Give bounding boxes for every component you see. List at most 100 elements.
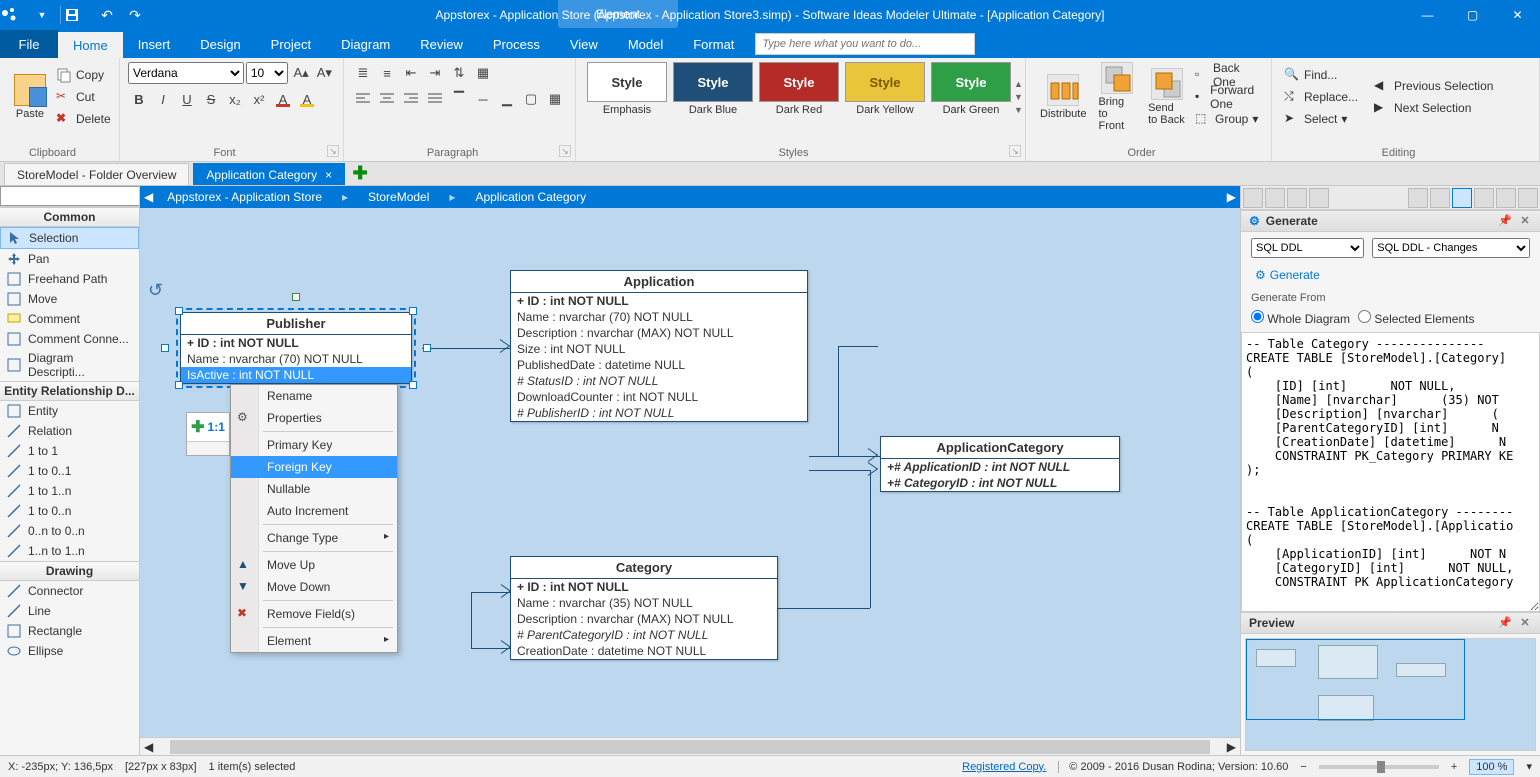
style-swatch[interactable]: Style xyxy=(845,62,925,102)
entity-application[interactable]: Application + ID : int NOT NULLName : nv… xyxy=(510,270,808,422)
dropdown-icon[interactable]: ▼ xyxy=(28,10,56,20)
toolbox-tool[interactable]: Rectangle xyxy=(0,621,139,641)
panel-icon-8[interactable] xyxy=(1474,188,1494,208)
maximize-button[interactable]: ▢ xyxy=(1450,0,1495,30)
context-menu-item[interactable]: Nullable xyxy=(231,478,397,500)
save-icon[interactable] xyxy=(65,8,93,22)
paragraph-dialog-launcher[interactable]: ↘ xyxy=(559,145,571,157)
valign-top-button[interactable]: ▔ xyxy=(448,88,470,110)
radio-whole-diagram[interactable]: Whole Diagram xyxy=(1251,310,1350,326)
entity-field-row[interactable]: + ID : int NOT NULL xyxy=(511,579,777,595)
next-selection-button[interactable]: ▶Next Selection xyxy=(1370,97,1497,119)
menu-tab-design[interactable]: Design xyxy=(185,30,255,58)
toolbox-tool[interactable]: Pan xyxy=(0,249,139,269)
entity-field-row[interactable]: +# CategoryID : int NOT NULL xyxy=(881,475,1119,491)
zoom-in-button[interactable]: + xyxy=(1451,761,1457,773)
style-scroll-down[interactable]: ▼ xyxy=(1014,92,1023,102)
context-menu-item[interactable]: Properties⚙ xyxy=(231,407,397,429)
panel-icon-9[interactable] xyxy=(1496,188,1516,208)
context-menu-item[interactable]: Element▸ xyxy=(231,630,397,652)
toolbox-tool[interactable]: Line xyxy=(0,601,139,621)
font-color-button[interactable]: A xyxy=(272,88,294,110)
canvas-scrollbar-h[interactable]: ◀ ▶ xyxy=(140,737,1240,755)
bold-button[interactable]: B xyxy=(128,88,150,110)
entity-field-row[interactable]: # ParentCategoryID : int NOT NULL xyxy=(511,627,777,643)
underline-button[interactable]: U xyxy=(176,88,198,110)
pin-icon[interactable]: 📌 xyxy=(1498,616,1512,630)
toolbox-tool[interactable]: Ellipse xyxy=(0,641,139,661)
toolbox-tool[interactable]: 1 to 0..n xyxy=(0,501,139,521)
close-button[interactable]: ✕ xyxy=(1495,0,1540,30)
entity-field-row[interactable]: Name : nvarchar (35) NOT NULL xyxy=(511,595,777,611)
valign-bot-button[interactable]: ▁ xyxy=(496,88,518,110)
bullets-button[interactable]: ≣ xyxy=(352,62,374,84)
generate-button[interactable]: ⚙ Generate xyxy=(1251,264,1530,286)
toolbox-tool[interactable]: Selection xyxy=(0,227,139,249)
redo-icon[interactable]: ↷ xyxy=(121,7,149,24)
indent-inc-button[interactable]: ⇥ xyxy=(424,62,446,84)
doc-tab[interactable]: StoreModel - Folder Overview xyxy=(4,163,189,185)
toolbox-tool[interactable]: Entity xyxy=(0,401,139,421)
entity-field-row[interactable]: IsActive : int NOT NULL xyxy=(181,367,411,383)
indent-dec-button[interactable]: ⇤ xyxy=(400,62,422,84)
toolbox-tool[interactable]: Freehand Path xyxy=(0,269,139,289)
group-button[interactable]: ⬚Group ▾ xyxy=(1191,108,1263,130)
pin-icon[interactable]: 📌 xyxy=(1498,214,1512,228)
tab-close-icon[interactable]: × xyxy=(325,168,332,182)
sort-button[interactable]: ⇅ xyxy=(448,62,470,84)
entity-field-row[interactable]: CreationDate : datetime NOT NULL xyxy=(511,643,777,659)
breadcrumb-item[interactable]: Appstorex - Application Store xyxy=(157,190,332,204)
menu-tab-project[interactable]: Project xyxy=(256,30,326,58)
toolbox-category-header[interactable]: Entity Relationship D... xyxy=(0,381,139,401)
minimize-button[interactable]: — xyxy=(1405,0,1450,30)
context-menu-item[interactable]: Remove Field(s)✖ xyxy=(231,603,397,625)
panel-icon-10[interactable] xyxy=(1518,188,1538,208)
toolbox-tool[interactable]: 0..n to 0..n xyxy=(0,521,139,541)
cell-border-button[interactable]: ▢ xyxy=(520,88,542,110)
bring-front-button[interactable]: Bring to Front xyxy=(1092,62,1142,132)
superscript-button[interactable]: x² xyxy=(248,88,270,110)
panel-icon-4[interactable] xyxy=(1309,188,1329,208)
toolbox-tool[interactable]: Connector xyxy=(0,581,139,601)
style-swatch[interactable]: Style xyxy=(587,62,667,102)
style-swatch[interactable]: Style xyxy=(673,62,753,102)
radio-selected-elements[interactable]: Selected Elements xyxy=(1358,310,1474,326)
align-center-button[interactable] xyxy=(376,88,398,110)
justify-button[interactable] xyxy=(424,88,446,110)
context-menu-item[interactable]: Move Up▲ xyxy=(231,554,397,576)
generate-mode-select[interactable]: SQL DDL - Changes xyxy=(1372,238,1530,258)
panel-icon-5[interactable] xyxy=(1408,188,1428,208)
font-name-select[interactable]: Verdana xyxy=(128,62,244,84)
zoom-slider[interactable] xyxy=(1319,765,1439,769)
style-swatch[interactable]: Style xyxy=(759,62,839,102)
menu-tab-home[interactable]: Home xyxy=(58,30,123,58)
breadcrumb-scroll-left[interactable]: ◀ xyxy=(140,190,157,204)
entity-field-row[interactable]: + ID : int NOT NULL xyxy=(181,335,411,351)
toolbox-tool[interactable]: 1 to 1 xyxy=(0,441,139,461)
zoom-out-button[interactable]: − xyxy=(1300,761,1306,773)
entity-category[interactable]: Category + ID : int NOT NULLName : nvarc… xyxy=(510,556,778,660)
entity-field-row[interactable]: # StatusID : int NOT NULL xyxy=(511,373,807,389)
menu-tab-review[interactable]: Review xyxy=(405,30,478,58)
toolbox-tool[interactable]: 1 to 0..1 xyxy=(0,461,139,481)
menu-tab-model[interactable]: Model xyxy=(613,30,678,58)
decrease-font-icon[interactable]: A▾ xyxy=(314,62,335,84)
valign-mid-button[interactable]: ─ xyxy=(472,88,494,110)
menu-tab-format[interactable]: Format xyxy=(678,30,749,58)
generated-code-output[interactable] xyxy=(1241,332,1540,612)
entity-publisher[interactable]: Publisher + ID : int NOT NULLName : nvar… xyxy=(180,312,412,384)
context-menu-item[interactable]: Primary Key xyxy=(231,434,397,456)
toolbox-tool[interactable]: 1..n to 1..n xyxy=(0,541,139,561)
file-menu[interactable]: File xyxy=(0,30,58,58)
panel-icon-7[interactable] xyxy=(1452,188,1472,208)
help-search-input[interactable] xyxy=(755,33,975,55)
styles-dialog-launcher[interactable]: ↘ xyxy=(1009,145,1021,157)
new-tab-button[interactable]: ✚ xyxy=(349,163,371,185)
border-button[interactable]: ▦ xyxy=(472,62,494,84)
entity-field-row[interactable]: Description : nvarchar (MAX) NOT NULL xyxy=(511,611,777,627)
panel-icon-6[interactable] xyxy=(1430,188,1450,208)
entity-field-row[interactable]: + ID : int NOT NULL xyxy=(511,293,807,309)
entity-field-row[interactable]: PublishedDate : datetime NULL xyxy=(511,357,807,373)
entity-field-row[interactable]: Name : nvarchar (70) NOT NULL xyxy=(511,309,807,325)
select-button[interactable]: ➤Select ▾ xyxy=(1280,108,1362,130)
